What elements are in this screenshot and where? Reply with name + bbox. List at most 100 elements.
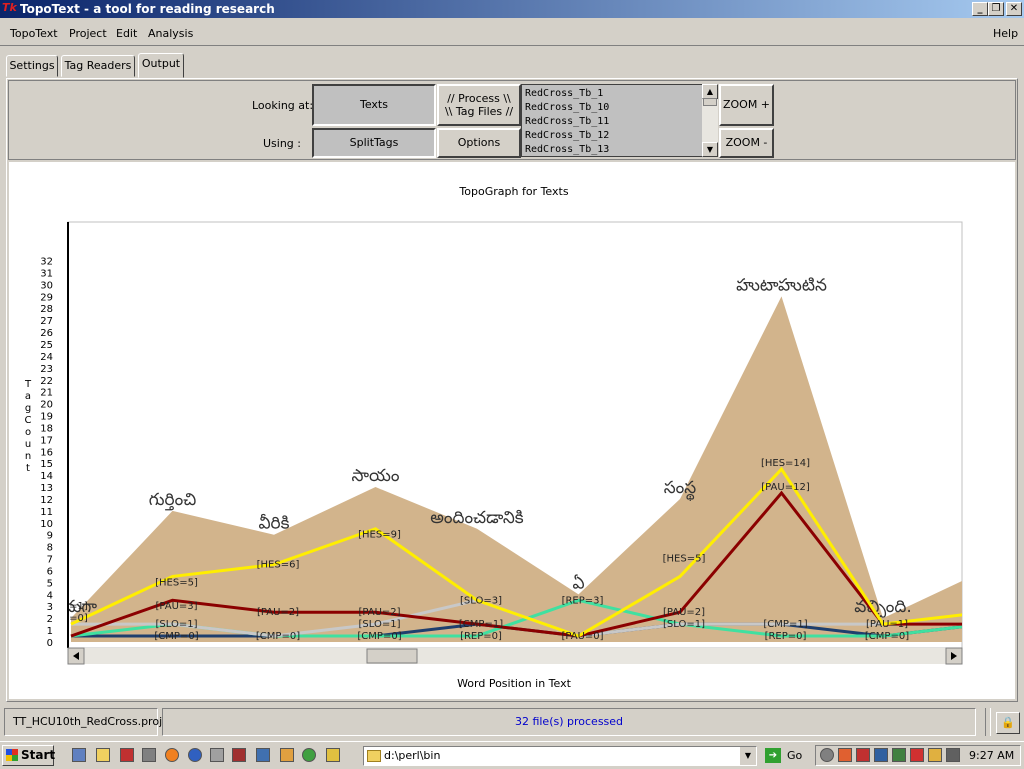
- tab-settings[interactable]: Settings: [6, 55, 58, 77]
- data-label: [PAU=12]: [761, 482, 810, 493]
- firefox-icon[interactable]: [165, 748, 179, 762]
- word-label: ఏ: [572, 573, 584, 593]
- windows-logo-icon: [6, 749, 18, 761]
- tray-icon[interactable]: [856, 748, 870, 762]
- status-bar: TT_HCU10th_RedCross.proj 32 file(s) proc…: [0, 708, 1024, 740]
- go-arrow-icon[interactable]: ➔: [765, 748, 781, 763]
- app-icon[interactable]: [120, 748, 134, 762]
- data-label: [HES=5]: [663, 554, 706, 565]
- word-label: గుర్తించి: [149, 490, 197, 511]
- y-tick-label: 4: [47, 590, 53, 601]
- tray-icon[interactable]: [820, 748, 834, 762]
- folder-icon[interactable]: [96, 748, 110, 762]
- zoom-out-button[interactable]: ZOOM -: [719, 128, 774, 158]
- file-list-item[interactable]: RedCross_Tb_13: [525, 144, 609, 155]
- scroll-up-arrow-icon[interactable]: ▲: [702, 84, 718, 99]
- app-icon: Tk: [2, 1, 17, 14]
- topograph-canvas: TopoGraph for Texts Word Position in Tex…: [9, 162, 1015, 699]
- y-tick-label: 25: [40, 340, 53, 351]
- y-tick-label: 5: [47, 578, 53, 589]
- data-label: [HES=14]: [761, 458, 810, 469]
- data-label: [HES=9]: [358, 530, 401, 541]
- data-label: [PAU=2]: [257, 607, 299, 618]
- minimize-button[interactable]: _: [972, 2, 988, 16]
- app-icon[interactable]: [232, 748, 246, 762]
- data-label: [PAU=0]: [561, 631, 603, 642]
- tray-icon[interactable]: [910, 748, 924, 762]
- menu-help[interactable]: Help: [993, 27, 1018, 40]
- data-label: [CMP=1]: [763, 619, 807, 630]
- file-list[interactable]: RedCross_Tb_1 RedCross_Tb_10 RedCross_Tb…: [521, 84, 718, 157]
- chevron-down-icon[interactable]: ▼: [740, 747, 756, 765]
- taskbar: Start d:\perl\bin ▼ ➔ Go 9:27 AM: [0, 741, 1024, 769]
- app-icon[interactable]: [280, 748, 294, 762]
- y-tick-label: 15: [40, 459, 53, 470]
- tray-icon[interactable]: [946, 748, 960, 762]
- y-tick-label: 3: [47, 602, 53, 613]
- tab-tag-readers[interactable]: Tag Readers: [61, 55, 135, 77]
- system-tray: 9:27 AM: [815, 745, 1021, 766]
- tray-icon[interactable]: [838, 748, 852, 762]
- address-bar[interactable]: d:\perl\bin ▼: [363, 746, 757, 766]
- menu-divider: [0, 45, 1024, 46]
- chart-scroll-thumb[interactable]: [366, 648, 418, 664]
- address-value: d:\perl\bin: [384, 749, 441, 762]
- quicklaunch-icon[interactable]: [72, 748, 86, 762]
- process-tag-files-button[interactable]: // Process \\ \\ Tag Files //: [437, 84, 521, 126]
- word-label: ఈ: [976, 549, 993, 569]
- close-button[interactable]: ✕: [1006, 2, 1022, 16]
- file-list-item[interactable]: RedCross_Tb_12: [525, 130, 609, 141]
- menu-project[interactable]: Project: [69, 27, 107, 40]
- looking-at-label: Looking at:: [252, 99, 314, 112]
- options-button[interactable]: Options: [437, 128, 521, 158]
- y-tick-label: 24: [40, 352, 53, 363]
- y-tick-label: 26: [40, 328, 53, 339]
- app-icon[interactable]: [210, 748, 224, 762]
- lock-icon[interactable]: 🔒: [996, 712, 1020, 734]
- scroll-thumb[interactable]: [703, 98, 717, 106]
- menu-analysis[interactable]: Analysis: [148, 27, 193, 40]
- y-tick-label: 11: [40, 507, 53, 518]
- y-tick-label: 17: [40, 435, 53, 446]
- chart-ylabel: TagCount: [24, 379, 32, 474]
- ylabel-letter: C: [25, 415, 32, 426]
- y-tick-label: 19: [40, 412, 53, 423]
- using-label: Using :: [263, 137, 301, 150]
- file-list-item[interactable]: RedCross_Tb_10: [525, 102, 609, 113]
- menu-topotext[interactable]: TopoText: [10, 27, 58, 40]
- menu-edit[interactable]: Edit: [116, 27, 137, 40]
- scroll-down-arrow-icon[interactable]: ▼: [702, 142, 718, 157]
- tab-output[interactable]: Output: [138, 53, 184, 78]
- chart-hscrollbar[interactable]: [67, 647, 963, 665]
- file-list-scrollbar[interactable]: ▲ ▼: [702, 84, 718, 157]
- y-tick-label: 28: [40, 304, 53, 315]
- word-label: హుటాహుటిన: [736, 275, 827, 295]
- splittags-button[interactable]: SplitTags: [312, 128, 436, 158]
- app-icon[interactable]: [302, 748, 316, 762]
- tray-icon[interactable]: [928, 748, 942, 762]
- ylabel-letter: t: [26, 463, 30, 474]
- app-icon[interactable]: [142, 748, 156, 762]
- process-label-line1: // Process \\: [447, 92, 511, 105]
- go-label[interactable]: Go: [787, 749, 802, 762]
- word-label: అందించడానికి: [430, 508, 524, 528]
- data-label: [REP=3]: [562, 595, 604, 606]
- y-tick-label: 22: [40, 376, 53, 387]
- y-tick-label: 13: [40, 483, 53, 494]
- y-tick-label: 10: [40, 519, 53, 530]
- tray-icon[interactable]: [874, 748, 888, 762]
- app-icon[interactable]: [188, 748, 202, 762]
- file-list-item[interactable]: RedCross_Tb_1: [525, 88, 603, 99]
- texts-button[interactable]: Texts: [312, 84, 436, 126]
- window-icon[interactable]: [256, 748, 270, 762]
- restore-button[interactable]: ❐: [988, 2, 1004, 16]
- y-tick-label: 12: [40, 495, 53, 506]
- data-label: [PAU=1]: [866, 619, 908, 630]
- app-icon[interactable]: [326, 748, 340, 762]
- zoom-in-button[interactable]: ZOOM +: [719, 84, 774, 126]
- data-label: B=1]: [62, 601, 88, 612]
- word-label: సాయం: [351, 466, 399, 486]
- file-list-item[interactable]: RedCross_Tb_11: [525, 116, 609, 127]
- tray-icon[interactable]: [892, 748, 906, 762]
- start-button[interactable]: Start: [2, 745, 55, 766]
